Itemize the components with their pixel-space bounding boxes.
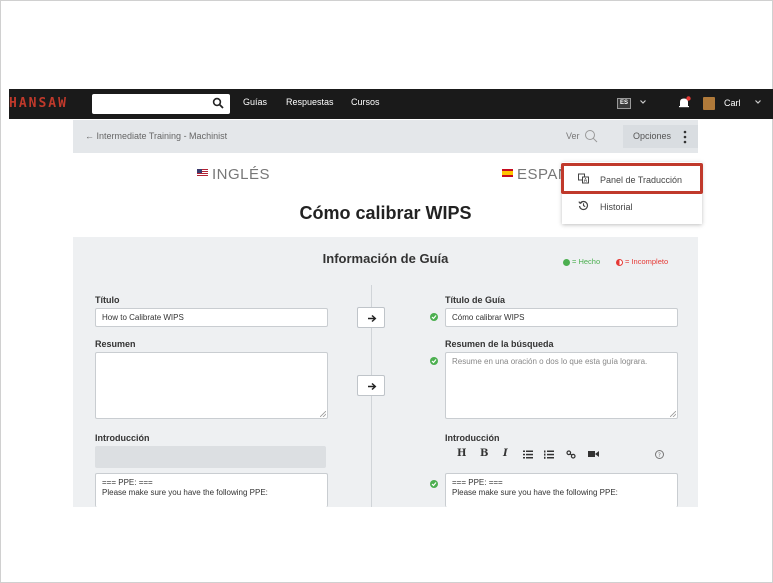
target-intro-label: Introducción xyxy=(445,433,500,443)
arrow-right-icon xyxy=(368,382,377,391)
target-intro-line: === PPE: === xyxy=(452,478,503,487)
heading-button[interactable]: H xyxy=(457,448,466,459)
options-label: Opciones xyxy=(633,131,672,141)
source-intro-line: Please make sure you have the following … xyxy=(102,488,268,497)
source-intro-field[interactable]: === PPE: === Please make sure you have t… xyxy=(95,473,328,507)
search-icon[interactable] xyxy=(212,97,224,109)
target-intro-line: Please make sure you have the following … xyxy=(452,488,618,497)
italic-button[interactable]: I xyxy=(503,448,508,459)
language-selector[interactable]: ES xyxy=(617,98,631,109)
back-arrow-icon[interactable]: ← xyxy=(85,131,97,141)
nav-link-respuestas[interactable]: Respuestas xyxy=(286,97,334,107)
nav-link-guias[interactable]: Guías xyxy=(243,97,267,107)
incomplete-half-icon xyxy=(616,258,623,266)
legend-done: = Hecho xyxy=(563,257,600,266)
nav-link-cursos[interactable]: Cursos xyxy=(351,97,380,107)
copy-title-button[interactable] xyxy=(357,307,385,328)
legend-incomplete: = Incompleto xyxy=(616,257,668,266)
arrow-right-icon xyxy=(368,314,377,323)
menu-item-label: Panel de Traducción xyxy=(600,175,683,185)
top-nav: HANSAW Guías Respuestas Cursos ES Carl xyxy=(9,89,773,119)
brand-logo[interactable]: HANSAW xyxy=(9,96,68,111)
source-language-header: INGLÉS xyxy=(197,166,270,183)
svg-text:A: A xyxy=(584,178,588,184)
done-check-icon xyxy=(430,357,438,365)
target-title-label: Título de Guía xyxy=(445,295,505,305)
video-icon[interactable] xyxy=(588,450,599,458)
target-intro-field[interactable]: === PPE: === Please make sure you have t… xyxy=(445,473,678,507)
breadcrumb-label[interactable]: Intermediate Training - Machinist xyxy=(97,131,228,141)
target-language-header: ESPAÑ xyxy=(502,166,569,183)
editor-toolbar: H B I ? xyxy=(445,444,678,466)
avatar[interactable] xyxy=(703,97,715,110)
target-title-field[interactable]: Cómo calibrar WIPS xyxy=(445,308,678,327)
target-summary-label: Resumen de la búsqueda xyxy=(445,339,554,349)
guide-info-panel: Información de Guía = Hecho = Incompleto… xyxy=(73,237,698,507)
link-icon[interactable] xyxy=(566,450,576,459)
help-icon[interactable]: ? xyxy=(655,450,664,459)
copy-summary-button[interactable] xyxy=(357,375,385,396)
chevron-down-icon[interactable] xyxy=(639,98,647,106)
search-input[interactable] xyxy=(92,94,230,114)
view-label[interactable]: Ver xyxy=(566,131,580,141)
user-menu-chevron-icon[interactable] xyxy=(754,98,762,106)
source-title-label: Título xyxy=(95,295,120,305)
done-check-icon xyxy=(430,313,438,321)
menu-item-label: Historial xyxy=(600,202,633,212)
legend-incomplete-label: = Incompleto xyxy=(625,257,669,266)
options-button[interactable]: Opciones xyxy=(623,125,698,148)
source-title-field[interactable]: How to Calibrate WIPS xyxy=(95,308,328,327)
source-summary-field[interactable] xyxy=(95,352,328,419)
spain-flag-icon xyxy=(502,169,513,178)
legend-done-label: = Hecho xyxy=(572,257,601,266)
bold-button[interactable]: B xyxy=(480,448,488,459)
source-intro-label: Introducción xyxy=(95,433,150,443)
us-flag-icon xyxy=(197,169,208,178)
svg-text:?: ? xyxy=(658,452,661,459)
options-dropdown: A Panel de Traducción Historial xyxy=(562,162,702,224)
bulleted-list-icon[interactable] xyxy=(523,450,533,459)
source-intro-line: === PPE: === xyxy=(102,478,153,487)
menu-item-history[interactable]: Historial xyxy=(562,193,702,219)
screenshot-frame: HANSAW Guías Respuestas Cursos ES Carl ←… xyxy=(0,0,773,583)
resize-handle-icon[interactable] xyxy=(320,411,326,417)
source-summary-label: Resumen xyxy=(95,339,136,349)
kebab-menu-icon xyxy=(683,130,687,144)
breadcrumb-bar: ← Intermediate Training - Machinist Ver … xyxy=(73,120,698,153)
panel-title: Información de Guía xyxy=(322,251,449,266)
translate-icon: A xyxy=(578,173,589,184)
source-intro-toolbar-placeholder xyxy=(95,446,326,468)
notification-bell-icon[interactable] xyxy=(677,96,691,110)
breadcrumb[interactable]: ← Intermediate Training - Machinist xyxy=(85,131,227,141)
target-summary-field[interactable]: Resume en una oración o dos lo que esta … xyxy=(445,352,678,419)
done-check-icon xyxy=(563,258,570,266)
done-check-icon xyxy=(430,480,438,488)
source-language-label: INGLÉS xyxy=(212,166,271,183)
view-search-icon[interactable] xyxy=(584,129,598,143)
history-icon xyxy=(578,200,589,211)
user-name[interactable]: Carl xyxy=(724,98,741,108)
menu-item-translation-panel[interactable]: A Panel de Traducción xyxy=(562,166,702,192)
resize-handle-icon[interactable] xyxy=(670,411,676,417)
numbered-list-icon[interactable] xyxy=(544,450,554,459)
